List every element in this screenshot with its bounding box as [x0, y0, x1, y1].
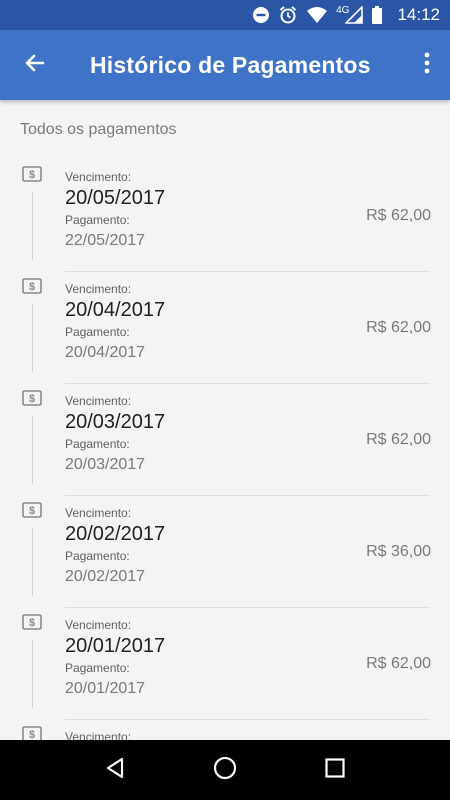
- payment-date: 20/03/2017: [65, 456, 146, 473]
- arrow-back-icon: [23, 51, 47, 80]
- payment-history-content[interactable]: Todos os pagamentos $ Vencimento: 20/05/…: [0, 100, 450, 740]
- triangle-back-icon: [104, 757, 126, 784]
- nav-back-button[interactable]: [85, 740, 145, 800]
- payment-amount: R$ 62,00: [366, 655, 431, 672]
- svg-text:$: $: [29, 729, 35, 740]
- timeline-line: [32, 528, 33, 596]
- back-button[interactable]: [0, 30, 70, 100]
- payment-amount: R$ 62,00: [366, 431, 431, 448]
- payment-amount: R$ 62,00: [366, 319, 431, 336]
- payment-date: 20/04/2017: [65, 344, 146, 361]
- timeline-line: [32, 192, 33, 260]
- do-not-disturb-icon: [252, 6, 270, 24]
- payment-amount: R$ 36,00: [366, 543, 431, 560]
- money-icon: $: [22, 614, 42, 635]
- more-vert-icon: [424, 52, 430, 79]
- svg-text:$: $: [29, 393, 35, 405]
- payment-date: 20/01/2017: [65, 680, 146, 697]
- app-bar: Histórico de Pagamentos: [0, 30, 450, 100]
- section-header: Todos os pagamentos: [20, 121, 177, 138]
- wifi-icon: [306, 6, 328, 24]
- due-date: 20/05/2017: [65, 187, 166, 209]
- payment-item[interactable]: $ Vencimento: 20/01/2017 Pagamento: 20/0…: [0, 608, 450, 720]
- page-title: Histórico de Pagamentos: [90, 51, 371, 78]
- nav-recents-button[interactable]: [305, 740, 365, 800]
- money-icon: $: [22, 166, 42, 187]
- timeline-line: [32, 304, 33, 372]
- timeline-line: [32, 640, 33, 708]
- system-navigation-bar: [0, 740, 450, 800]
- cell-signal-icon: 4G: [336, 4, 364, 24]
- due-date-label: Vencimento:: [65, 618, 132, 632]
- timeline-line: [32, 416, 33, 484]
- payment-date-label: Pagamento:: [65, 661, 130, 675]
- payment-date-label: Pagamento:: [65, 325, 130, 339]
- due-date-label: Vencimento:: [65, 394, 132, 408]
- status-bar: 4G 14:12: [0, 0, 450, 30]
- payment-item[interactable]: $ Vencimento: 20/03/2017 Pagamento: 20/0…: [0, 384, 450, 496]
- money-icon: $: [22, 726, 42, 740]
- battery-icon: [371, 6, 383, 24]
- due-date-label: Vencimento:: [65, 730, 132, 740]
- square-recents-icon: [325, 757, 345, 783]
- due-date: 20/04/2017: [65, 299, 166, 321]
- payment-item[interactable]: $ Vencimento: 20/04/2017 Pagamento: 20/0…: [0, 272, 450, 384]
- svg-text:$: $: [29, 505, 35, 517]
- payment-date: 22/05/2017: [65, 232, 146, 249]
- svg-text:$: $: [29, 281, 35, 293]
- money-icon: $: [22, 278, 42, 299]
- due-date-label: Vencimento:: [65, 506, 132, 520]
- payment-list[interactable]: $ Vencimento: 20/05/2017 Pagamento: 22/0…: [0, 160, 450, 740]
- money-icon: $: [22, 390, 42, 411]
- payment-item[interactable]: $ Vencimento:: [0, 720, 450, 740]
- nav-home-button[interactable]: [195, 740, 255, 800]
- payment-amount: R$ 62,00: [366, 207, 431, 224]
- due-date-label: Vencimento:: [65, 282, 132, 296]
- due-date-label: Vencimento:: [65, 170, 132, 184]
- payment-date-label: Pagamento:: [65, 213, 130, 227]
- more-options-button[interactable]: [404, 30, 450, 100]
- svg-text:$: $: [29, 169, 35, 181]
- money-icon: $: [22, 502, 42, 523]
- due-date: 20/03/2017: [65, 411, 166, 433]
- network-type-label: 4G: [336, 4, 350, 16]
- due-date: 20/01/2017: [65, 635, 166, 657]
- status-icons: 4G 14:12: [252, 5, 440, 25]
- alarm-icon: [278, 5, 298, 25]
- payment-item[interactable]: $ Vencimento: 20/05/2017 Pagamento: 22/0…: [0, 160, 450, 272]
- payment-date-label: Pagamento:: [65, 549, 130, 563]
- payment-date: 20/02/2017: [65, 568, 146, 585]
- payment-item[interactable]: $ Vencimento: 20/02/2017 Pagamento: 20/0…: [0, 496, 450, 608]
- payment-date-label: Pagamento:: [65, 437, 130, 451]
- due-date: 20/02/2017: [65, 523, 166, 545]
- circle-home-icon: [213, 756, 237, 785]
- svg-text:$: $: [29, 617, 35, 629]
- status-time: 14:12: [397, 5, 440, 24]
